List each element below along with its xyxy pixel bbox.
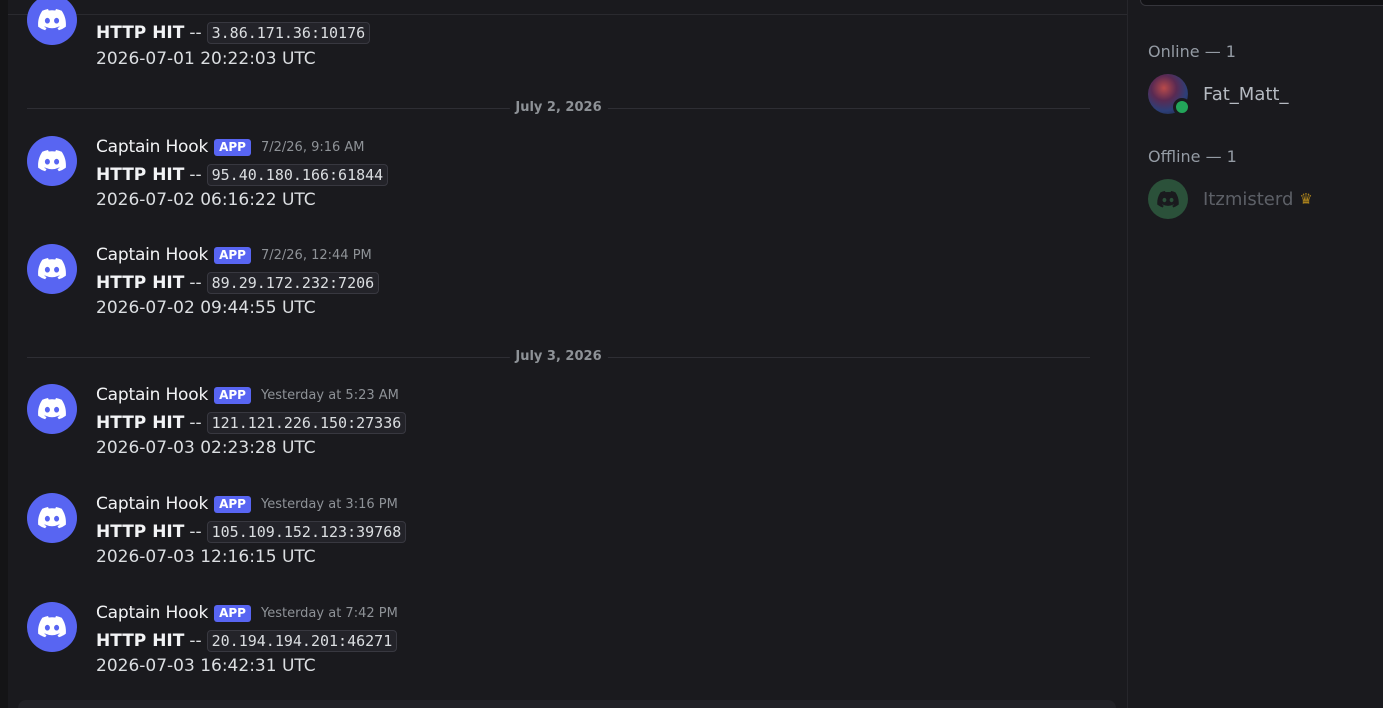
app-badge: APP: [214, 246, 251, 264]
date-divider: July 3, 2026: [27, 350, 1090, 364]
message-header: Captain Hook APP 7/2/26, 12:44 PM: [96, 244, 372, 266]
hit-label: HTTP HIT: [96, 165, 185, 185]
message[interactable]: HTTP HIT -- 3.86.171.36:10176 2026-07-01…: [27, 0, 1087, 85]
user-avatar: [1148, 179, 1188, 219]
message-header: Captain Hook APP 7/2/26, 9:16 AM: [96, 136, 365, 158]
ip-address-code: 95.40.180.166:61844: [206, 164, 389, 186]
message-content: HTTP HIT -- 3.86.171.36:10176: [96, 21, 371, 45]
discord-logo-icon: [38, 150, 66, 172]
discord-logo-icon: [38, 507, 66, 529]
message-datetime: 2026-07-03 12:16:15 UTC: [96, 547, 316, 567]
message[interactable]: Captain Hook APP Yesterday at 7:42 PM HT…: [27, 602, 1087, 692]
search-input[interactable]: [1140, 0, 1383, 6]
bot-avatar[interactable]: [27, 136, 77, 186]
bot-avatar[interactable]: [27, 244, 77, 294]
date-divider-label: July 2, 2026: [509, 101, 608, 115]
message-timestamp[interactable]: Yesterday at 7:42 PM: [261, 606, 398, 621]
ip-address-code: 105.109.152.123:39768: [206, 521, 407, 543]
discord-logo-icon: [38, 398, 66, 420]
message-content: HTTP HIT -- 121.121.226.150:27336: [96, 411, 407, 435]
message-content: HTTP HIT -- 105.109.152.123:39768: [96, 520, 407, 544]
username[interactable]: Captain Hook: [96, 385, 208, 405]
username[interactable]: Captain Hook: [96, 137, 208, 157]
bot-avatar[interactable]: [27, 493, 77, 543]
date-divider-label: July 3, 2026: [509, 350, 608, 364]
hit-label: HTTP HIT: [96, 522, 185, 542]
ip-address-code: 121.121.226.150:27336: [206, 412, 407, 434]
app-badge: APP: [214, 495, 251, 513]
message[interactable]: Captain Hook APP 7/2/26, 12:44 PM HTTP H…: [27, 244, 1087, 334]
message-header: Captain Hook APP Yesterday at 5:23 AM: [96, 384, 399, 406]
member-name: Fat_Matt_: [1203, 83, 1289, 105]
app-badge: APP: [214, 138, 251, 156]
message-content: HTTP HIT -- 20.194.194.201:46271: [96, 629, 398, 653]
online-status-icon: [1173, 98, 1191, 116]
member-item-fat-matt[interactable]: Fat_Matt_: [1148, 74, 1368, 116]
message-datetime: 2026-07-01 20:22:03 UTC: [96, 49, 316, 69]
separator: --: [189, 631, 202, 651]
hit-label: HTTP HIT: [96, 631, 185, 651]
left-edge: [0, 0, 8, 708]
bot-avatar[interactable]: [27, 384, 77, 434]
discord-logo-icon: [38, 9, 66, 31]
separator: --: [189, 273, 202, 293]
message-header: Captain Hook APP Yesterday at 3:16 PM: [96, 493, 398, 515]
user-avatar: [1148, 74, 1191, 116]
username[interactable]: Captain Hook: [96, 494, 208, 514]
username[interactable]: Captain Hook: [96, 245, 208, 265]
discord-logo-icon: [38, 258, 66, 280]
chat-panel: HTTP HIT -- 3.86.171.36:10176 2026-07-01…: [8, 0, 1127, 708]
member-item-itzmisterd[interactable]: Itzmisterd ♛: [1148, 179, 1368, 219]
message-datetime: 2026-07-03 02:23:28 UTC: [96, 438, 316, 458]
offline-section-title: Offline — 1: [1148, 147, 1237, 166]
message-datetime: 2026-07-03 16:42:31 UTC: [96, 656, 316, 676]
message-timestamp[interactable]: 7/2/26, 12:44 PM: [261, 248, 372, 263]
discord-logo-icon: [1157, 190, 1179, 207]
bot-avatar[interactable]: [27, 602, 77, 652]
app-badge: APP: [214, 604, 251, 622]
message[interactable]: Captain Hook APP Yesterday at 3:16 PM HT…: [27, 493, 1087, 583]
message-timestamp[interactable]: 7/2/26, 9:16 AM: [261, 140, 365, 155]
message-content: HTTP HIT -- 89.29.172.232:7206: [96, 271, 380, 295]
username[interactable]: Captain Hook: [96, 603, 208, 623]
message[interactable]: Captain Hook APP Yesterday at 5:23 AM HT…: [27, 384, 1087, 474]
date-divider: July 2, 2026: [27, 101, 1090, 115]
online-section-title: Online — 1: [1148, 42, 1236, 61]
bot-avatar[interactable]: [27, 0, 77, 45]
hit-label: HTTP HIT: [96, 413, 185, 433]
message-content: HTTP HIT -- 95.40.180.166:61844: [96, 163, 389, 187]
member-list: Online — 1 Fat_Matt_ Offline — 1 Itzmist…: [1127, 0, 1383, 708]
hit-label: HTTP HIT: [96, 23, 185, 43]
message-header: Captain Hook APP Yesterday at 7:42 PM: [96, 602, 398, 624]
ip-address-code: 3.86.171.36:10176: [206, 22, 371, 44]
crown-icon: ♛: [1299, 190, 1313, 208]
separator: --: [189, 23, 202, 43]
separator: --: [189, 165, 202, 185]
ip-address-code: 20.194.194.201:46271: [206, 630, 398, 652]
separator: --: [189, 413, 202, 433]
message-composer[interactable]: [18, 700, 1116, 708]
message-timestamp[interactable]: Yesterday at 5:23 AM: [261, 388, 399, 403]
message-datetime: 2026-07-02 06:16:22 UTC: [96, 190, 316, 210]
hit-label: HTTP HIT: [96, 273, 185, 293]
message-datetime: 2026-07-02 09:44:55 UTC: [96, 298, 316, 318]
message[interactable]: Captain Hook APP 7/2/26, 9:16 AM HTTP HI…: [27, 136, 1087, 226]
member-name: Itzmisterd: [1203, 188, 1294, 210]
message-timestamp[interactable]: Yesterday at 3:16 PM: [261, 497, 398, 512]
app-badge: APP: [214, 386, 251, 404]
ip-address-code: 89.29.172.232:7206: [206, 272, 380, 294]
separator: --: [189, 522, 202, 542]
discord-logo-icon: [38, 616, 66, 638]
discord-window: HTTP HIT -- 3.86.171.36:10176 2026-07-01…: [0, 0, 1383, 708]
